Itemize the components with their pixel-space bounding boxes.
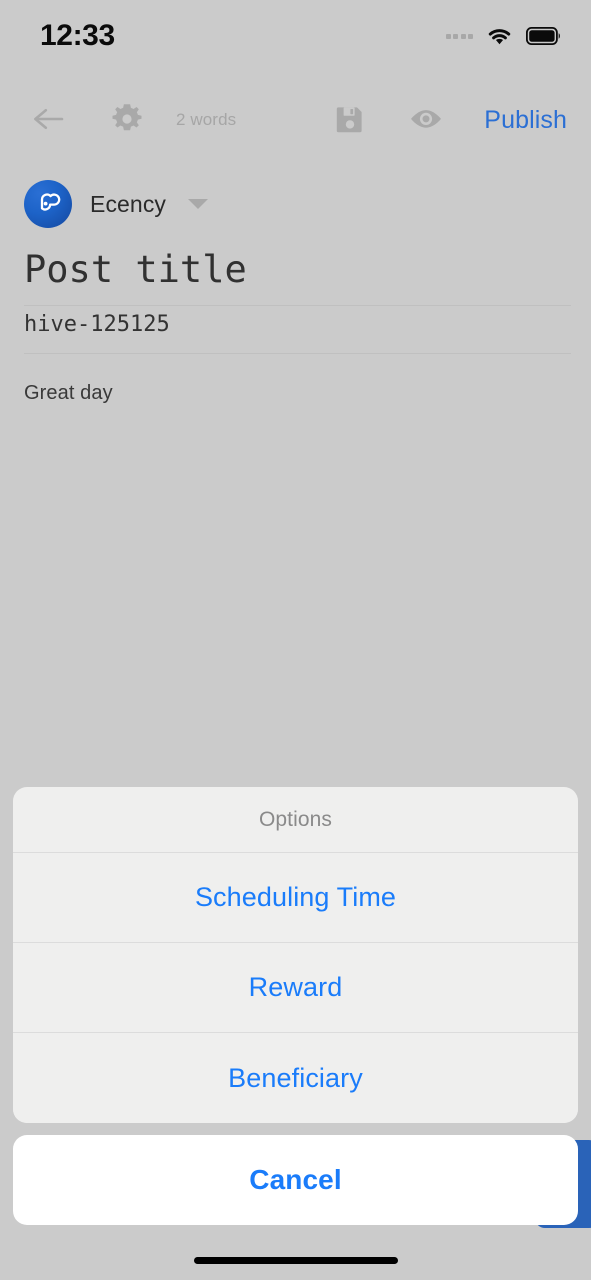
back-button[interactable]	[28, 99, 70, 141]
signal-dots-icon	[445, 33, 473, 39]
ecency-logo-icon	[34, 188, 62, 221]
preview-button[interactable]	[404, 100, 448, 140]
action-sheet: Options Scheduling Time Reward Beneficia…	[13, 787, 578, 1123]
status-bar: 12:33	[0, 0, 591, 72]
word-count-label: 2 words	[176, 110, 237, 129]
arrow-left-icon	[32, 105, 66, 136]
cancel-button[interactable]: Cancel	[13, 1135, 578, 1225]
editor-toolbar: 2 words Publish	[0, 92, 591, 148]
save-draft-button[interactable]	[330, 100, 370, 140]
home-indicator	[193, 1257, 398, 1264]
post-tags-value: hive-125125	[24, 312, 170, 337]
account-name-label: Ecency	[90, 190, 167, 217]
post-body-input[interactable]: Great day	[24, 382, 571, 405]
action-sheet-option-reward[interactable]: Reward	[13, 943, 578, 1033]
eye-preview-icon	[408, 106, 444, 135]
action-sheet-option-beneficiary[interactable]: Beneficiary	[13, 1033, 578, 1123]
account-selector[interactable]: Ecency	[24, 180, 209, 228]
battery-full-icon	[526, 27, 561, 45]
post-tags-input[interactable]: hive-125125	[24, 312, 571, 354]
floppy-disk-save-icon	[335, 104, 365, 137]
status-bar-time: 12:33	[40, 19, 115, 52]
settings-button[interactable]	[106, 99, 148, 141]
action-sheet-title: Options	[13, 787, 578, 853]
action-sheet-option-scheduling-time[interactable]: Scheduling Time	[13, 853, 578, 943]
avatar	[24, 180, 72, 228]
post-title-value: Post title	[24, 248, 247, 291]
app-screen: 12:33 2 words Publish Ecency Post title …	[0, 0, 591, 1280]
post-body-value: Great day	[24, 382, 113, 404]
post-title-input[interactable]: Post title	[24, 248, 571, 306]
chevron-down-icon[interactable]	[188, 199, 209, 209]
status-bar-indicators	[445, 26, 562, 46]
wifi-icon	[486, 26, 513, 46]
gear-icon	[109, 101, 145, 140]
publish-button[interactable]: Publish	[484, 106, 567, 135]
